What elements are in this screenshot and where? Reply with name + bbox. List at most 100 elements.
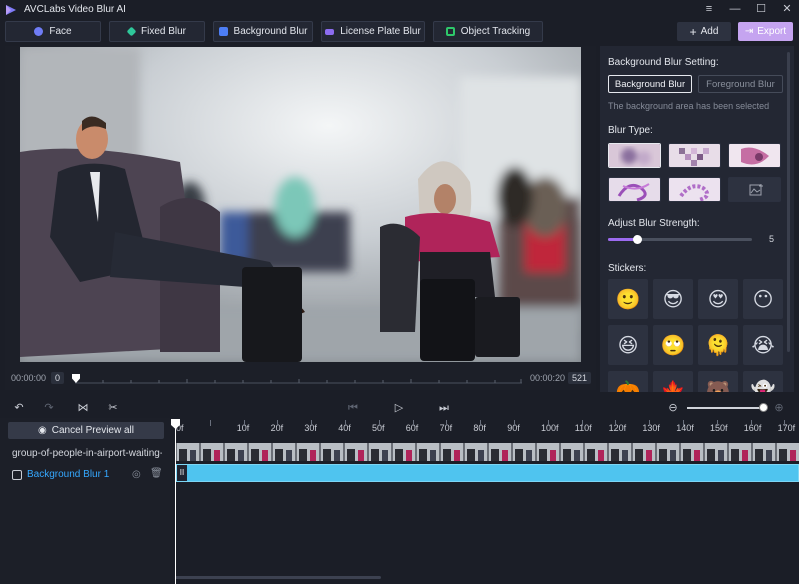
settings-panel: Background Blur Setting: Background Blur…	[600, 46, 794, 392]
sticker-item[interactable]: 🍁	[653, 371, 693, 392]
sticker-item[interactable]: 🐻	[698, 371, 738, 392]
current-frame-field[interactable]: 0	[51, 372, 65, 384]
sticker-item[interactable]: 😆	[608, 325, 648, 365]
ruler-tick	[615, 420, 617, 426]
pixel-swirl-blur-thumbnail	[669, 178, 720, 201]
sticker-item[interactable]: 🫠	[698, 325, 738, 365]
sticker-emoji: 🐻	[705, 380, 731, 393]
stickers-heading: Stickers:	[608, 263, 647, 274]
layer-checkbox[interactable]	[12, 470, 22, 480]
ruler-tick-label: 170f	[777, 423, 796, 433]
blur-strength-slider[interactable]	[608, 235, 752, 244]
sticker-item[interactable]: 🙂	[608, 279, 648, 319]
cut-icon[interactable]: ✂	[107, 402, 119, 414]
license-plate-icon	[325, 28, 335, 35]
menu-icon[interactable]: ≡	[703, 2, 715, 16]
blur-strength-knob[interactable]	[632, 235, 642, 244]
zoom-slider[interactable]	[687, 407, 763, 409]
timeline-ruler[interactable]: 0f 10f 20f 30f 40f 50f 60f 70f 80f 90f 100f 110f 120…	[170, 420, 799, 436]
ruler-tick	[446, 420, 448, 426]
tool-tabs: Face Fixed Blur Background Blur License …	[5, 21, 543, 42]
ruler-tick-label: 140f	[676, 423, 694, 433]
tab-fixed-blur[interactable]: Fixed Blur	[109, 21, 205, 42]
color-blur-option[interactable]	[728, 143, 781, 168]
tab-label: Object Tracking	[460, 26, 531, 37]
sticker-item[interactable]: 👻	[743, 371, 783, 392]
ruler-tick-label: 100f	[541, 423, 559, 433]
filmstrip-frames	[176, 443, 799, 461]
sticker-item[interactable]: 😶	[743, 279, 783, 319]
redo-icon[interactable]: ↷	[43, 402, 55, 414]
minimize-icon[interactable]: —	[729, 2, 741, 16]
next-frame-icon[interactable]: ⏭	[438, 402, 450, 414]
playhead-line	[175, 421, 176, 584]
delete-icon[interactable]: 🗑	[150, 468, 163, 479]
video-preview[interactable]	[20, 47, 581, 362]
gaussian-blur-thumbnail	[609, 144, 660, 167]
color-blur-thumbnail	[729, 144, 780, 167]
sticker-item[interactable]: 😎	[653, 279, 693, 319]
foreground-blur-mode-button[interactable]: Foreground Blur	[698, 75, 783, 93]
export-label: Export	[757, 26, 787, 37]
visibility-icon[interactable]: ◎	[132, 469, 141, 480]
tab-object-tracking[interactable]: Object Tracking	[433, 21, 543, 42]
object-tracking-icon	[445, 27, 455, 36]
zoom-in-icon[interactable]: ⊕	[773, 402, 785, 414]
maximize-icon[interactable]: ☐	[755, 2, 767, 16]
time-end: 00:00:20	[530, 373, 566, 383]
track-handle[interactable]: II	[177, 465, 187, 481]
sticker-emoji: 😆	[617, 334, 639, 357]
app-logo-icon	[6, 4, 16, 15]
background-blur-track[interactable]: II	[176, 464, 799, 482]
ruler-tick	[683, 420, 684, 426]
play-icon[interactable]: ▷	[393, 402, 405, 414]
gaussian-blur-option[interactable]	[608, 143, 661, 168]
panel-scrollbar[interactable]	[787, 52, 790, 352]
ruler-tick	[311, 420, 313, 426]
swirl-blur-option[interactable]	[608, 177, 661, 202]
fixed-blur-icon	[126, 26, 137, 37]
sticker-item[interactable]: 🙄	[653, 325, 693, 365]
tab-face[interactable]: Face	[5, 21, 101, 42]
video-filmstrip	[176, 443, 799, 461]
preview-timebar: 00:00:00 0 00:00:20 521	[5, 370, 596, 386]
preview-scrubber[interactable]	[75, 377, 522, 384]
export-button[interactable]: ⇥ Export	[738, 22, 793, 41]
close-icon[interactable]: ✕	[781, 2, 793, 16]
ruler-tick-label: 150f	[710, 423, 728, 433]
zoom-out-icon[interactable]: ⊖	[667, 402, 679, 414]
ruler-tick	[412, 420, 414, 426]
split-icon[interactable]: ⋈	[77, 402, 89, 414]
blur-strength-label: Adjust Blur Strength:	[608, 218, 700, 229]
sticker-emoji: 👻	[750, 380, 776, 393]
timeline-scrollbar[interactable]	[175, 576, 381, 579]
mosaic-blur-option[interactable]	[668, 143, 721, 168]
tab-label: Face	[49, 26, 72, 37]
ruler-tick-label: 160f	[743, 423, 762, 433]
custom-image-blur-option[interactable]	[728, 177, 781, 202]
layer-row[interactable]: Background Blur 1 ◎ 🗑	[0, 467, 170, 485]
previous-frame-icon[interactable]: ⏮	[347, 402, 359, 414]
eye-off-icon: ◉	[38, 425, 47, 436]
sticker-item[interactable]: 😍	[698, 279, 738, 319]
tab-background-blur[interactable]: Background Blur	[213, 21, 313, 42]
background-blur-mode-button[interactable]: Background Blur	[608, 75, 692, 93]
sticker-emoji: 🫠	[705, 334, 731, 357]
cancel-preview-button[interactable]: ◉ Cancel Preview all	[8, 422, 164, 439]
add-label: Add	[700, 26, 719, 37]
ruler-tick	[514, 420, 515, 426]
zoom-knob[interactable]	[759, 403, 768, 412]
add-button[interactable]: + Add	[677, 22, 731, 41]
layer-label[interactable]: Background Blur 1	[27, 469, 109, 480]
pixel-swirl-blur-option[interactable]	[668, 177, 721, 202]
mosaic-blur-thumbnail	[669, 144, 720, 167]
ruler-tick	[345, 420, 346, 426]
sticker-item[interactable]: 🎃	[608, 371, 648, 392]
tab-label: Fixed Blur	[140, 26, 186, 37]
tab-license-plate-blur[interactable]: License Plate Blur	[321, 21, 425, 42]
sticker-emoji: 😍	[707, 288, 729, 311]
sticker-item[interactable]: 😭	[743, 325, 783, 365]
ruler-tick-label: 130f	[642, 423, 660, 433]
undo-icon[interactable]: ↶	[13, 402, 25, 414]
ruler-tick	[581, 420, 583, 426]
